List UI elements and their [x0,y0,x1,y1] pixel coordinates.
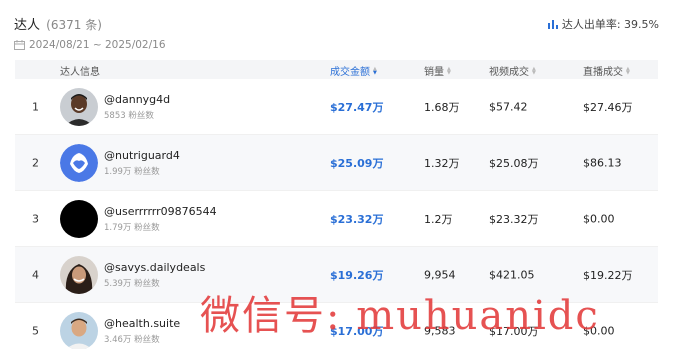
follower-count: 1.99万 粉丝数 [104,166,160,177]
rank: 4 [32,268,39,281]
rank: 3 [32,212,39,225]
watermark: 微信号: muhuanidc [200,293,600,339]
follower-count: 5853 粉丝数 [104,110,154,121]
live-gmv-value: $19.22万 [583,268,633,282]
conversion-rate-label: 达人出单率: 39.5% [561,18,659,31]
sort-icon[interactable]: ▲ ▼ [532,66,536,75]
header: 达人 (6371 条) 达人出单率: 39.5% [14,12,659,33]
avatar[interactable] [60,256,98,294]
rank: 5 [32,324,39,337]
creator-handle[interactable]: @nutriguard4 [104,149,180,162]
column-header-video[interactable]: 视频成交 ▲ ▼ [489,63,536,78]
avatar[interactable] [60,88,98,126]
live-gmv-value: $86.13 [583,156,622,169]
follower-count: 5.39万 粉丝数 [104,278,160,289]
creator-info[interactable]: @nutriguard4 1.99万 粉丝数 [104,149,180,177]
avatar-image [60,256,98,294]
column-label: 直播成交 [583,67,623,78]
video-gmv-value: $23.32万 [489,212,539,226]
follower-count: 3.46万 粉丝数 [104,334,160,345]
column-header-gmv[interactable]: 成交金额 ▲ ▼ [330,63,377,78]
conversion-rate: 达人出单率: 39.5% [547,16,659,32]
sort-icon[interactable]: ▲ ▼ [447,66,451,75]
column-label: 达人信息 [60,67,100,78]
sales-value: 1.2万 [424,212,453,226]
creator-info[interactable]: @savys.dailydeals 5.39万 粉丝数 [104,261,205,289]
creator-handle[interactable]: @dannyg4d [104,93,170,106]
follower-count: 1.79万 粉丝数 [104,222,160,233]
gmv-value: $19.26万 [330,268,384,282]
date-range[interactable]: 2024/08/21 ~ 2025/02/16 [14,39,166,51]
video-gmv-value: $421.05 [489,268,535,281]
table-header: 达人信息 成交金额 ▲ ▼ 销量 ▲ ▼ 视频成交 ▲ ▼ 直播成交 ▲ ▼ [15,60,658,79]
creator-info[interactable]: @userrrrrr09876544 1.79万 粉丝数 [104,205,217,233]
column-label: 视频成交 [489,67,529,78]
table-row[interactable]: 2 @nutriguard4 1.99万 粉丝数 $25.09万 1.32万 $… [15,135,658,191]
creator-handle[interactable]: @userrrrrr09876544 [104,205,217,218]
gmv-value: $23.32万 [330,212,384,226]
creator-handle[interactable]: @savys.dailydeals [104,261,205,274]
result-count: (6371 条) [46,18,102,32]
sales-value: 1.68万 [424,100,460,114]
column-label: 销量 [424,67,444,78]
creator-info[interactable]: @dannyg4d 5853 粉丝数 [104,93,170,121]
video-gmv-value: $25.08万 [489,156,539,170]
bar-chart-icon [547,19,558,29]
avatar[interactable] [60,144,98,182]
page-title: 达人 (6371 条) [14,14,102,33]
date-range-text: 2024/08/21 ~ 2025/02/16 [29,39,166,51]
creator-info[interactable]: @health.suite 3.46万 粉丝数 [104,317,180,345]
rank: 1 [32,100,39,113]
column-header-live[interactable]: 直播成交 ▲ ▼ [583,63,630,78]
column-label: 成交金额 [330,67,370,78]
live-gmv-value: $0.00 [583,212,615,225]
avatar-image [60,312,98,349]
rank: 2 [32,156,39,169]
avatar[interactable] [60,200,98,238]
avatar-image [60,88,98,126]
avatar[interactable] [60,312,98,349]
video-gmv-value: $57.42 [489,100,528,113]
column-header-info: 达人信息 [60,63,100,78]
sales-value: 1.32万 [424,156,460,170]
table-row[interactable]: 3 @userrrrrr09876544 1.79万 粉丝数 $23.32万 1… [15,191,658,247]
creator-handle[interactable]: @health.suite [104,317,180,330]
column-header-sales[interactable]: 销量 ▲ ▼ [424,63,451,78]
gmv-value: $25.09万 [330,156,384,170]
sort-icon[interactable]: ▲ ▼ [626,66,630,75]
sort-icon[interactable]: ▲ ▼ [373,66,377,75]
gmv-value: $27.47万 [330,100,384,114]
table-row[interactable]: 1 @dannyg4d 5853 粉丝数 $27.47万 1.68万 $57.4… [15,79,658,135]
title-text: 达人 [14,18,41,33]
sales-value: 9,954 [424,268,456,281]
live-gmv-value: $27.46万 [583,100,633,114]
shield-logo-icon [60,144,98,182]
calendar-icon [14,40,25,50]
